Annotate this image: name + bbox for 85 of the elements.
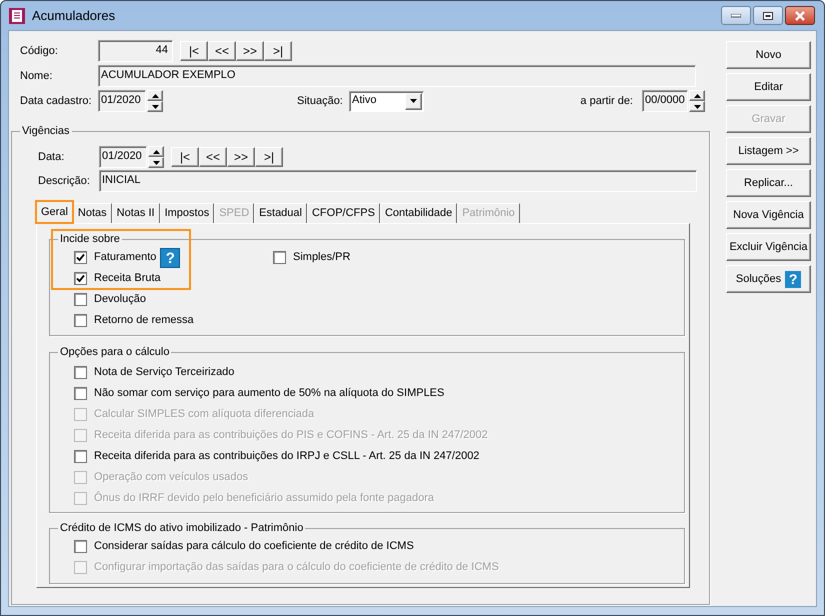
navigation-button[interactable]: <<	[208, 41, 236, 61]
checkbox-label: Retorno de remessa	[94, 313, 194, 328]
date-field[interactable]: 01/2020	[99, 146, 147, 168]
description-field[interactable]: INICIAL	[99, 170, 697, 192]
maximize-button[interactable]	[753, 6, 783, 25]
checkbox[interactable]	[74, 366, 87, 379]
up-arrow-icon	[152, 150, 160, 154]
minimize-icon	[731, 14, 741, 18]
spin-up-button[interactable]	[147, 90, 163, 101]
status-dropdown[interactable]: Ativo	[349, 90, 424, 112]
tab[interactable]: Impostos	[160, 203, 214, 223]
tab[interactable]: CFOP/CFPS	[306, 203, 380, 223]
action-button[interactable]: Excluir Vigência	[726, 233, 811, 261]
dropdown-arrow-icon	[410, 99, 417, 103]
help-button[interactable]: ?	[160, 248, 180, 268]
down-arrow-icon	[152, 160, 160, 164]
spin-down-button[interactable]	[147, 101, 163, 112]
checkbox-label: Operação com veículos usados	[94, 470, 248, 486]
checkbox[interactable]	[74, 314, 87, 327]
spin-up-button[interactable]	[689, 90, 705, 101]
close-icon	[794, 10, 806, 20]
field-label: Data:	[38, 150, 66, 165]
code-field[interactable]: 44	[98, 40, 173, 62]
action-button[interactable]: Listagem >>	[726, 137, 811, 165]
navigation-button[interactable]: |<	[180, 41, 208, 61]
checkbox-label: Nota de Serviço Terceirizado	[94, 365, 234, 380]
checkbox[interactable]	[74, 272, 87, 285]
checkbox-label: Considerar saídas para cálculo do coeficiente de crédito de ICMS	[94, 539, 414, 554]
checkbox-label: Simples/PR	[293, 250, 350, 266]
checkbox[interactable]	[74, 540, 87, 553]
checkbox-label: Ônus do IRRF devido pelo beneficiário assumido pela fonte pagadora	[94, 490, 434, 506]
checkbox[interactable]	[74, 251, 87, 264]
field-label: Descrição:	[38, 174, 91, 189]
navigation-button[interactable]: >|	[255, 147, 283, 167]
action-button[interactable]: Nova Vigência	[726, 201, 811, 229]
checkbox-label: Não somar com serviço para aumento de 50% na alíquota do SIMPLES	[94, 386, 444, 402]
checkbox[interactable]	[74, 450, 87, 463]
field-label: Código:	[20, 44, 59, 59]
field-label: Situação:	[297, 94, 344, 109]
action-button[interactable]: Replicar...	[726, 169, 811, 197]
name-field[interactable]: ACUMULADOR EXEMPLO	[98, 65, 696, 87]
checkbox-label: Configurar importação das saídas para o cálculo do coeficiente de crédito de ICMS	[94, 560, 499, 576]
spin-down-button[interactable]	[148, 157, 164, 168]
tab[interactable]: Contabilidade	[380, 203, 458, 223]
checkbox-label: Receita diferida para as contribuições do PIS e COFINS - Art. 25 da IN 247/2002	[94, 428, 488, 444]
checkbox[interactable]	[273, 251, 286, 264]
down-arrow-icon	[694, 104, 700, 108]
field-label: Data cadastro:	[20, 94, 93, 109]
checkbox[interactable]	[74, 293, 87, 306]
tab[interactable]: Notas	[72, 203, 112, 223]
action-button[interactable]: Editar	[726, 73, 811, 101]
group-title: Vigências	[20, 124, 72, 138]
spin-up-button[interactable]	[148, 146, 164, 157]
checkbox-label: Receita Bruta	[94, 271, 161, 286]
restore-icon	[763, 12, 773, 20]
group-title: Opções para o cálculo	[58, 345, 172, 359]
action-button[interactable]: Novo	[726, 41, 811, 69]
checkbox[interactable]	[74, 387, 87, 400]
field-label: a partir de:	[580, 94, 633, 109]
tab[interactable]: Notas II	[112, 203, 160, 223]
navigation-button[interactable]: >>	[236, 41, 264, 61]
close-button[interactable]	[785, 6, 815, 25]
navigation-button[interactable]: >>	[227, 147, 255, 167]
up-arrow-icon	[694, 94, 700, 98]
tab[interactable]: Geral	[36, 201, 73, 223]
checkmark-icon	[76, 274, 85, 283]
tab[interactable]: Estadual	[254, 203, 307, 223]
navigation-button[interactable]: >|	[264, 41, 292, 61]
down-arrow-icon	[152, 104, 158, 108]
checkbox-label: Devolução	[94, 292, 146, 308]
navigation-button[interactable]: <<	[199, 147, 227, 167]
window-title: Acumuladores	[32, 6, 116, 25]
navigation-button[interactable]: |<	[171, 147, 199, 167]
minimize-button[interactable]	[721, 6, 751, 25]
checkbox-label: Calcular SIMPLES com alíquota diferenciada	[94, 407, 314, 422]
action-button[interactable]: Soluções ?	[726, 265, 811, 293]
checkbox-label: Faturamento	[94, 250, 156, 266]
date-field[interactable]: 00/0000	[642, 90, 688, 112]
up-arrow-icon	[152, 94, 158, 98]
document-icon	[8, 6, 26, 24]
checkbox-label: Receita diferida para as contribuições do IRPJ e CSLL - Art. 25 da IN 247/2002	[94, 449, 480, 464]
field-label: Nome:	[20, 68, 54, 84]
spin-down-button[interactable]	[689, 101, 705, 112]
date-field[interactable]: 01/2020	[98, 90, 146, 112]
checkmark-icon	[76, 253, 85, 262]
